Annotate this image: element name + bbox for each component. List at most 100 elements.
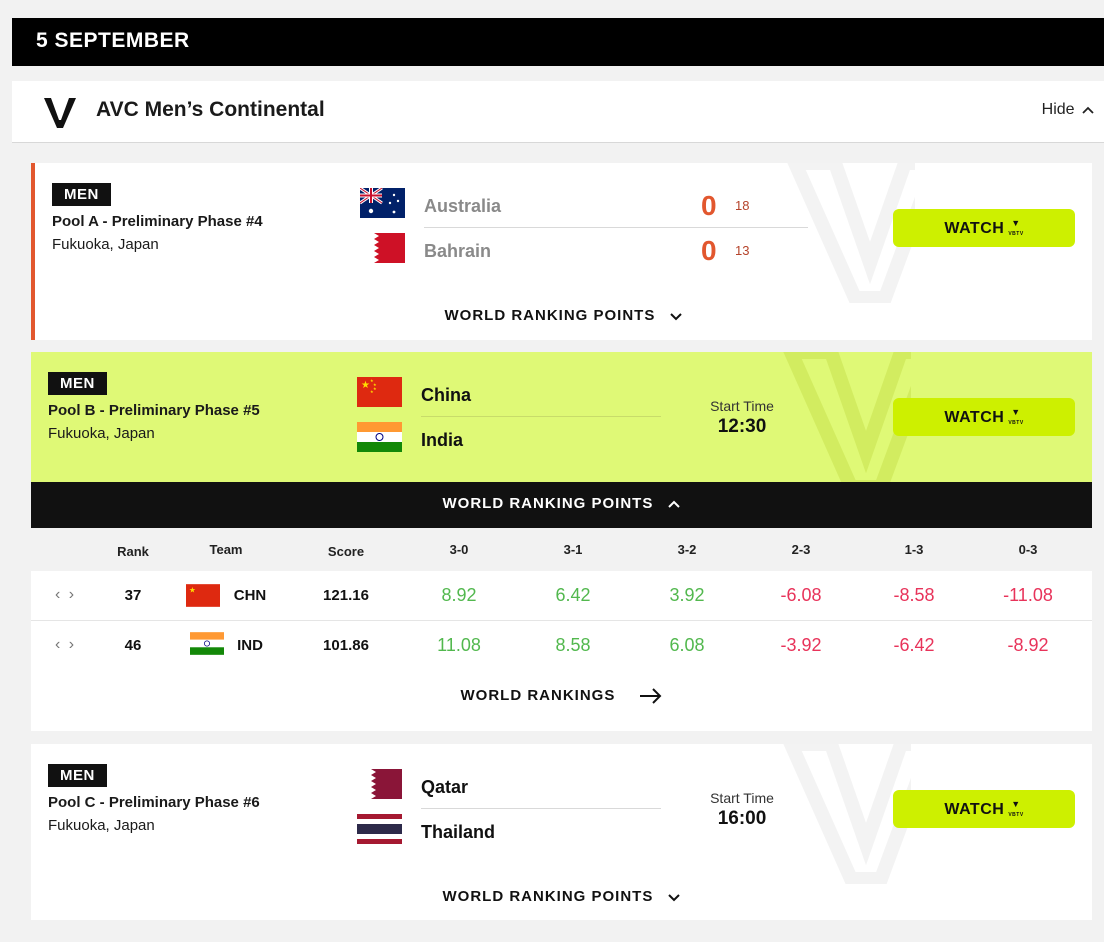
team-divider	[421, 808, 661, 809]
col-0-3: 0-3	[1018, 542, 1038, 557]
svg-text:★: ★	[373, 386, 377, 391]
points-3-0: 8.92	[441, 585, 477, 605]
match-card-pool-c[interactable]: MEN Pool C - Preliminary Phase #6 Fukuok…	[31, 744, 1092, 920]
away-team-name: Thailand	[421, 822, 496, 842]
watch-button[interactable]: WATCH ▼ VBTV	[893, 790, 1075, 828]
col-3-2: 3-2	[677, 542, 697, 557]
svg-text:★: ★	[361, 380, 370, 391]
points-3-1: 6.42	[555, 585, 591, 605]
vnl-logo-icon	[44, 98, 76, 128]
chevron-down-icon	[669, 313, 682, 321]
start-time-value: 12:30	[717, 416, 767, 437]
start-time: Start Time 12:30	[692, 398, 792, 438]
flag-india-icon	[190, 632, 224, 655]
location-label: Fukuoka, Japan	[52, 236, 159, 253]
chevron-up-icon	[1082, 106, 1094, 114]
world-rankings-label: WORLD RANKINGS	[460, 687, 616, 704]
category-badge: MEN	[52, 183, 111, 206]
points-3-2: 3.92	[669, 585, 705, 605]
pool-label: Pool A - Preliminary Phase #4	[52, 213, 263, 230]
points-2-3: -3.92	[780, 635, 822, 655]
match-card-pool-b[interactable]: MEN Pool B - Preliminary Phase #5 Fukuok…	[31, 352, 1092, 731]
pool-label: Pool C - Preliminary Phase #6	[48, 794, 260, 811]
flag-bahrain-icon	[360, 233, 405, 263]
flag-china-icon: ★ ★★ ★★	[357, 377, 402, 407]
away-team-name: India	[421, 430, 464, 450]
home-team-name: Qatar	[421, 777, 469, 797]
flag-qatar-icon	[357, 769, 402, 799]
col-3-1: 3-1	[563, 542, 583, 557]
chevron-down-icon	[667, 894, 680, 902]
points-0-3: -8.92	[1007, 635, 1049, 655]
points-2-3: -6.08	[780, 585, 822, 605]
svg-text:★: ★	[189, 585, 196, 594]
drag-handle-icon[interactable]: ‹ ›	[55, 586, 76, 604]
vbtv-icon: ▼ VBTV	[1008, 218, 1024, 238]
start-time-label: Start Time	[710, 398, 774, 414]
away-points-score: 13	[735, 243, 750, 258]
away-sets-score: 0	[701, 235, 717, 266]
vbtv-icon: ▼ VBTV	[1008, 799, 1024, 819]
flag-australia-icon	[360, 188, 405, 218]
category-badge: MEN	[48, 764, 107, 787]
date-header: 5 SEPTEMBER	[12, 18, 1104, 66]
watermark-logo-icon	[783, 352, 911, 492]
team-code: CHN	[233, 587, 267, 604]
drag-handle-icon[interactable]: ‹ ›	[55, 636, 76, 654]
points-1-3: -8.58	[893, 585, 935, 605]
rank-value: 37	[124, 587, 142, 604]
competition-title: AVC Men’s Continental	[96, 98, 325, 121]
start-time: Start Time 16:00	[692, 790, 792, 830]
points-0-3: -11.08	[1003, 585, 1053, 605]
table-row: ‹ › 37 ★ CHN 121.16 8.92 6.42 3.92 -6.08…	[31, 571, 1092, 621]
world-ranking-points-toggle[interactable]: WORLD RANKING POINTS	[31, 482, 1092, 528]
watch-button[interactable]: WATCH ▼ VBTV	[893, 209, 1075, 247]
location-label: Fukuoka, Japan	[48, 817, 155, 834]
home-team-name: Australia	[424, 196, 502, 216]
col-2-3: 2-3	[791, 542, 811, 557]
chevron-up-icon	[667, 500, 680, 508]
wrp-label: WORLD RANKING POINTS	[442, 495, 654, 512]
points-1-3: -6.42	[893, 635, 935, 655]
col-rank: Rank	[117, 544, 149, 559]
home-team-name: China	[421, 385, 472, 405]
watch-label: WATCH	[944, 409, 1005, 427]
flag-thailand-icon	[357, 814, 402, 844]
hide-button[interactable]: Hide	[1042, 101, 1094, 119]
table-row: ‹ › 46 IND 101.86 11.08 8.58 6.08 -3.92 …	[31, 621, 1092, 671]
flag-china-icon: ★	[186, 584, 220, 607]
svg-text:★: ★	[370, 389, 374, 394]
match-card-pool-a[interactable]: MEN Pool A - Preliminary Phase #4 Fukuok…	[31, 163, 1092, 340]
col-1-3: 1-3	[904, 542, 924, 557]
team-code: IND	[237, 637, 263, 654]
team-divider	[421, 416, 661, 417]
competition-header: AVC Men’s Continental Hide	[12, 81, 1104, 143]
team-divider	[424, 227, 808, 228]
world-ranking-points-toggle[interactable]: WORLD RANKING POINTS	[31, 888, 1092, 905]
col-team: Team	[209, 542, 243, 557]
start-time-value: 16:00	[717, 808, 767, 829]
home-sets-score: 0	[701, 190, 717, 221]
col-score: Score	[327, 544, 365, 559]
location-label: Fukuoka, Japan	[48, 425, 155, 442]
watermark-logo-icon	[783, 744, 911, 884]
world-rankings-link[interactable]: WORLD RANKINGS	[31, 687, 1092, 704]
pool-label: Pool B - Preliminary Phase #5	[48, 402, 260, 419]
category-badge: MEN	[48, 372, 107, 395]
points-3-2: 6.08	[669, 635, 705, 655]
hide-label: Hide	[1041, 101, 1075, 118]
points-3-0: 11.08	[437, 635, 481, 655]
flag-india-icon	[357, 422, 402, 452]
points-3-1: 8.58	[555, 635, 591, 655]
watch-button[interactable]: WATCH ▼ VBTV	[893, 398, 1075, 436]
world-ranking-points-toggle[interactable]: WORLD RANKING POINTS	[35, 307, 1092, 324]
rank-value: 46	[124, 637, 142, 654]
home-points-score: 18	[735, 198, 750, 213]
start-time-label: Start Time	[710, 790, 774, 806]
wrp-label: WORLD RANKING POINTS	[444, 307, 656, 324]
rankings-table-header: Rank Team Score 3-0 3-1 3-2 2-3 1-3 0-3	[31, 528, 1092, 571]
col-3-0: 3-0	[449, 542, 469, 557]
team-score: 101.86	[323, 637, 369, 654]
watch-label: WATCH	[944, 801, 1005, 819]
vbtv-icon: ▼ VBTV	[1008, 407, 1024, 427]
